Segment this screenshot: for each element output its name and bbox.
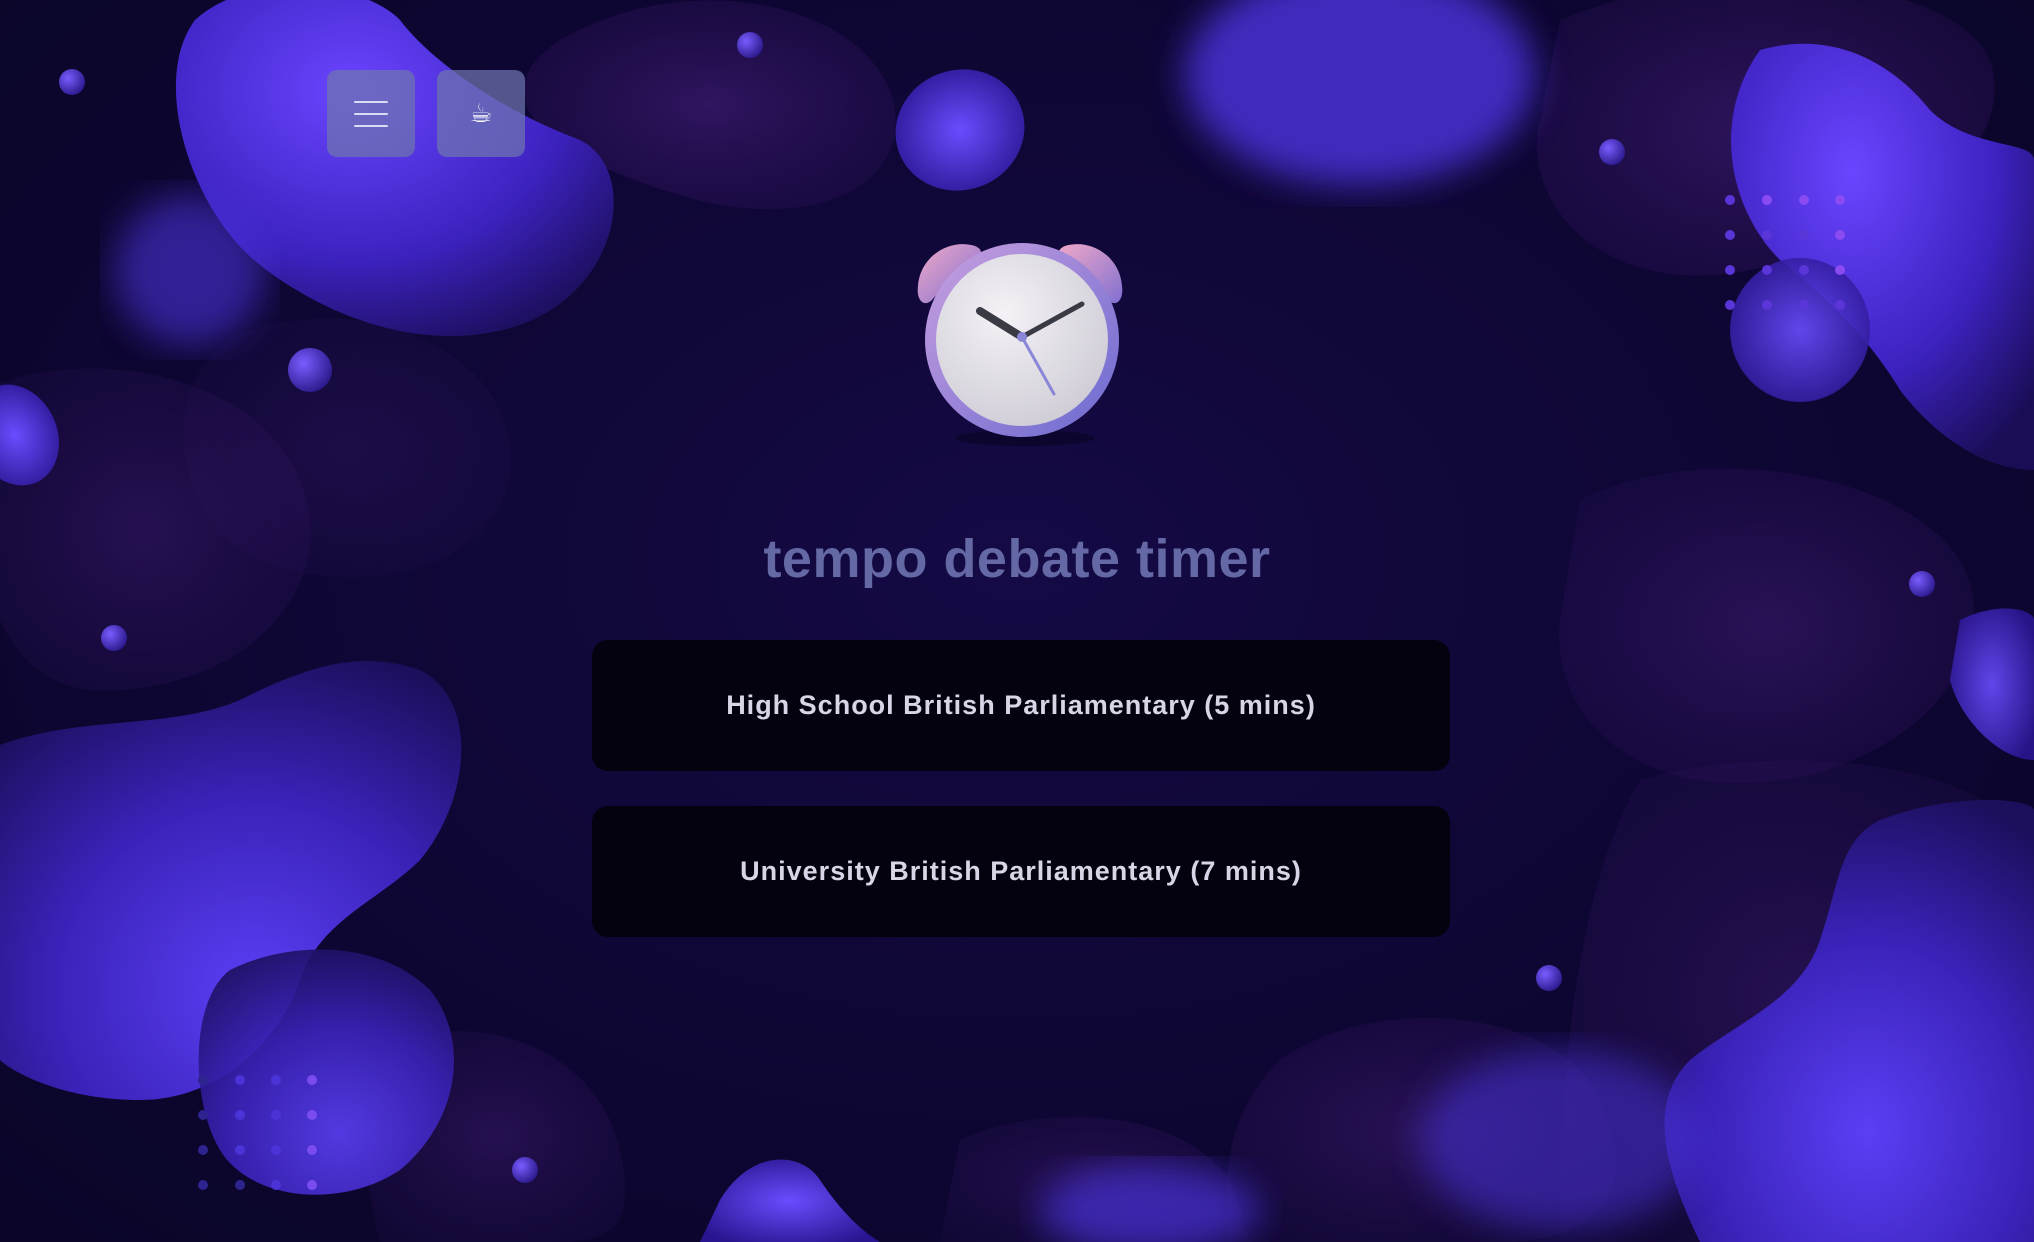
menu-button[interactable] <box>327 70 415 157</box>
coffee-button[interactable]: ☕ <box>437 70 525 157</box>
format-option-label: University British Parliamentary (7 mins… <box>740 856 1302 886</box>
page-title: tempo debate timer <box>763 529 1271 589</box>
coffee-cup-icon: ☕ <box>469 98 493 129</box>
format-option-high-school[interactable]: High School British Parliamentary (5 min… <box>592 640 1450 771</box>
decorative-blob-background <box>0 0 2034 1242</box>
hamburger-menu-icon <box>354 100 388 127</box>
alarm-clock-icon <box>917 243 1123 446</box>
format-option-label: High School British Parliamentary (5 min… <box>726 690 1316 720</box>
format-option-university[interactable]: University British Parliamentary (7 mins… <box>592 806 1450 937</box>
app-background: ☕ tempo debate timer High School British… <box>0 0 2034 1242</box>
